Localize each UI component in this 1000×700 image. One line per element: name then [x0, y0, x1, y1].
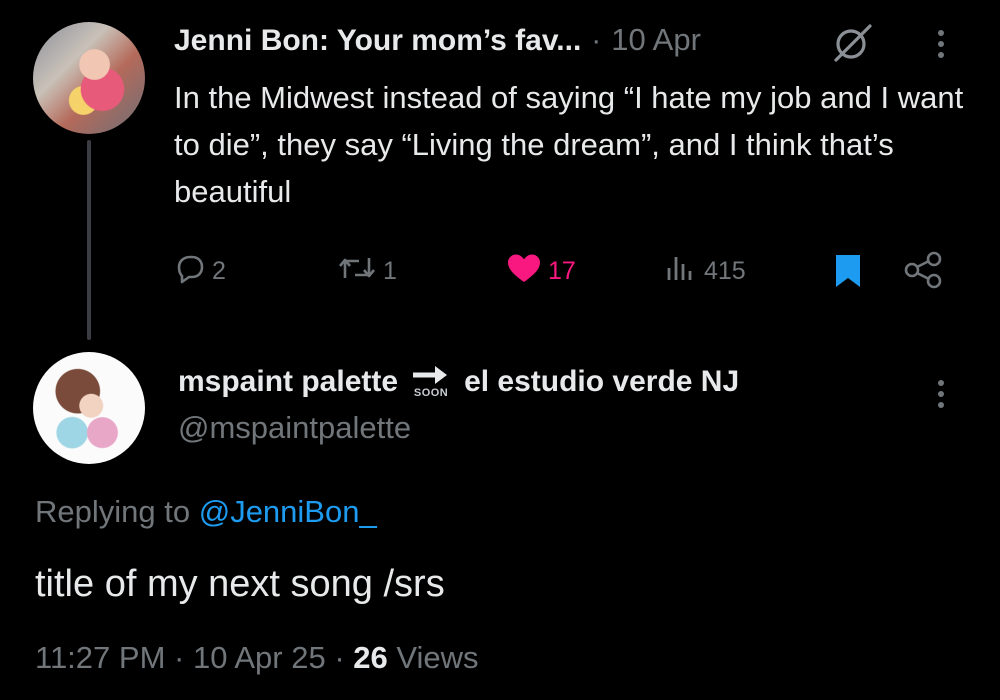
- reply-author-name-part1[interactable]: mspaint palette: [178, 365, 398, 399]
- reply-icon: [174, 252, 206, 291]
- meta-separator: ·: [334, 640, 345, 675]
- grok-icon[interactable]: [830, 20, 876, 66]
- repost-count: 1: [383, 257, 397, 285]
- avatar[interactable]: [33, 22, 145, 134]
- repost-button[interactable]: 1: [337, 252, 397, 291]
- reply-views-count: 26: [353, 640, 388, 675]
- bookmark-icon[interactable]: [832, 253, 864, 294]
- parent-tweet-header: Jenni Bon: Your mom’s fav... · 10 Apr: [174, 22, 701, 58]
- reply-text: title of my next song /srs: [35, 563, 445, 605]
- more-icon[interactable]: [938, 380, 944, 408]
- soon-arrow-emoji: SOON: [408, 364, 454, 399]
- reply-date[interactable]: 10 Apr 25: [193, 640, 326, 675]
- tweet-text: In the Midwest instead of saying “I hate…: [174, 80, 964, 209]
- like-count: 17: [548, 257, 576, 285]
- replying-to: Replying to @JenniBon_: [35, 494, 377, 530]
- share-icon[interactable]: [902, 250, 944, 295]
- avatar[interactable]: [33, 352, 145, 464]
- more-icon[interactable]: [938, 30, 944, 58]
- reply-handle[interactable]: @mspaintpalette: [178, 410, 411, 446]
- reply-meta: 11:27 PM · 10 Apr 25 · 26 Views: [35, 640, 479, 676]
- tweet-date[interactable]: 10 Apr: [611, 22, 701, 58]
- heart-icon: [506, 252, 542, 291]
- thread-line: [87, 140, 91, 340]
- soon-label: SOON: [413, 387, 449, 399]
- reply-views-label: Views: [396, 640, 479, 675]
- reply-author-row: mspaint palette SOON el estudio verde NJ: [178, 364, 739, 400]
- views-count: 415: [704, 257, 746, 285]
- views-icon: [664, 252, 698, 291]
- replying-to-label: Replying to: [35, 494, 191, 529]
- repost-icon: [337, 252, 377, 291]
- views-button[interactable]: 415: [664, 252, 746, 291]
- reply-author-name-part2[interactable]: el estudio verde NJ: [464, 365, 739, 399]
- replying-to-link[interactable]: @JenniBon_: [199, 494, 377, 529]
- separator: ·: [591, 24, 602, 57]
- like-button[interactable]: 17: [506, 252, 576, 291]
- reply-button[interactable]: 2: [174, 252, 226, 291]
- author-name[interactable]: Jenni Bon: Your mom’s fav...: [174, 24, 581, 58]
- meta-separator: ·: [174, 640, 185, 675]
- reply-count: 2: [212, 257, 226, 285]
- arrow-right-icon: [413, 366, 448, 384]
- reply-time[interactable]: 11:27 PM: [35, 640, 165, 675]
